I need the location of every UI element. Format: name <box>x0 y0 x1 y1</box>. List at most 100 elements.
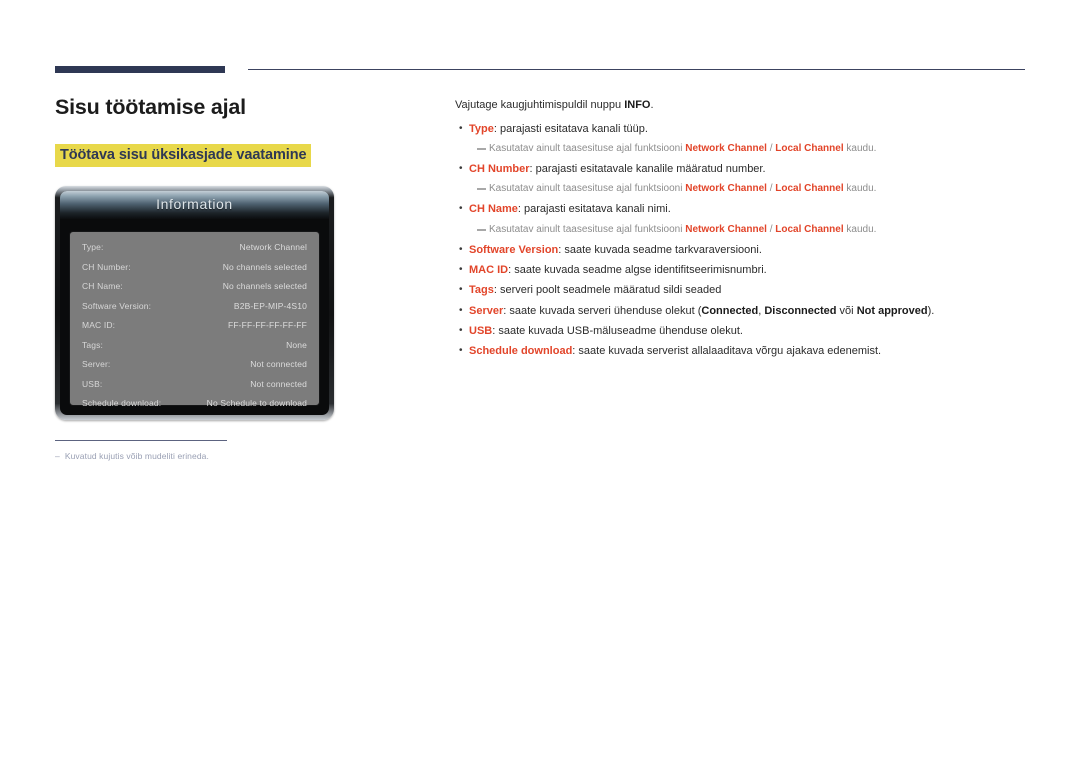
note-keyword-network-channel: Network Channel <box>685 183 767 194</box>
note-dash-icon <box>477 143 489 150</box>
info-row-value: Not connected <box>250 379 307 389</box>
bullet-item-mac-id: •MAC ID: saate kuvada seadme algse ident… <box>455 263 1035 277</box>
info-row-label: CH Number: <box>82 262 131 272</box>
section-subtitle: Töötava sisu üksikasjade vaatamine <box>55 144 311 168</box>
intro-post-text: . <box>650 99 653 111</box>
bullet-keyword: MAC ID <box>469 264 508 276</box>
note-keyword-network-channel: Network Channel <box>685 143 767 154</box>
note-separator: / <box>767 143 775 154</box>
note-dash-icon <box>477 183 489 190</box>
note-separator: / <box>767 224 775 235</box>
info-row: Type:Network Channel <box>82 242 307 262</box>
server-description-pre: : saate kuvada serveri ühenduse olekut ( <box>503 305 701 317</box>
bullet-description: : parajasti esitatava kanali nimi. <box>518 203 671 215</box>
info-row: Software Version: B2B-EP-MIP-4S10 <box>82 301 307 321</box>
footnote-block: – Kuvatud kujutis võib mudeliti erineda. <box>55 440 305 461</box>
note-keyword-local-channel: Local Channel <box>775 183 843 194</box>
info-row-value: No channels selected <box>223 262 307 272</box>
intro-pre-text: Vajutage kaugjuhtimispuldil nuppu <box>455 99 624 111</box>
footnote-divider <box>55 440 227 441</box>
availability-note: Kasutatav ainult taasesituse ajal funkts… <box>477 142 1035 155</box>
bullet-item-software-version: •Software Version: saate kuvada seadme t… <box>455 243 1035 257</box>
info-button-keyword: INFO <box>624 99 650 111</box>
info-row: USB:Not connected <box>82 379 307 399</box>
info-row: Server:Not connected <box>82 359 307 379</box>
bullet-keyword: CH Number <box>469 163 530 175</box>
bullet-text: Type: parajasti esitatava kanali tüüp. <box>469 122 1035 136</box>
tv-screen: Information Type:Network ChannelCH Numbe… <box>60 191 329 415</box>
note-text: Kasutatav ainult taasesituse ajal funkts… <box>489 182 1035 195</box>
bullet-text: MAC ID: saate kuvada seadme algse identi… <box>469 263 1035 277</box>
bullet-description: : serveri poolt seadmele määratud sildi … <box>494 284 721 296</box>
bullet-keyword: Software Version <box>469 244 558 256</box>
info-row-value: FF-FF-FF-FF-FF-FF <box>228 320 307 330</box>
note-dash-icon <box>477 224 489 231</box>
note-pre: Kasutatav ainult taasesituse ajal funkts… <box>489 183 685 194</box>
footnote-text: Kuvatud kujutis võib mudeliti erineda. <box>65 451 209 461</box>
server-state-sep-2: või <box>837 305 857 317</box>
footnote: – Kuvatud kujutis võib mudeliti erineda. <box>55 451 305 461</box>
note-post: kaudu. <box>844 224 877 235</box>
bullet-item-ch-name: •CH Name: parajasti esitatava kanali nim… <box>455 202 1035 216</box>
header-rule-thick <box>55 66 225 73</box>
footnote-dash: – <box>55 451 60 461</box>
info-row-value: B2B-EP-MIP-4S10 <box>234 301 307 311</box>
bullet-keyword: Server <box>469 305 503 317</box>
bullet-text: Server: saate kuvada serveri ühenduse ol… <box>469 304 1035 318</box>
bullet-text: Schedule download: saate kuvada serveris… <box>469 344 1035 358</box>
bullet-item-usb: •USB: saate kuvada USB-mäluseadme ühendu… <box>455 324 1035 338</box>
note-keyword-local-channel: Local Channel <box>775 224 843 235</box>
bullet-item-server: •Server: saate kuvada serveri ühenduse o… <box>455 304 1035 318</box>
info-row-label: Software Version: <box>82 301 151 311</box>
bullet-keyword: Schedule download <box>469 345 572 357</box>
info-row: CH Number: No channels selected <box>82 262 307 282</box>
note-text: Kasutatav ainult taasesituse ajal funkts… <box>489 223 1035 236</box>
note-post: kaudu. <box>844 183 877 194</box>
intro-paragraph: Vajutage kaugjuhtimispuldil nuppu INFO. <box>455 99 1035 113</box>
tv-bezel: Information Type:Network ChannelCH Numbe… <box>55 186 334 420</box>
server-state-connected: Connected <box>701 305 758 317</box>
bullet-keyword: Tags <box>469 284 494 296</box>
bullet-description: : parajasti esitatava kanali tüüp. <box>494 123 648 135</box>
bullet-description: : saate kuvada seadme tarkvaraversiooni. <box>558 244 762 256</box>
note-pre: Kasutatav ainult taasesituse ajal funkts… <box>489 224 685 235</box>
dialog-titlebar: Information <box>60 191 329 219</box>
bullet-description: : saate kuvada serverist allalaaditava v… <box>572 345 881 357</box>
note-pre: Kasutatav ainult taasesituse ajal funkts… <box>489 143 685 154</box>
info-row-label: Schedule download: <box>82 398 161 408</box>
bullet-text: Tags: serveri poolt seadmele määratud si… <box>469 283 1035 297</box>
info-row-label: MAC ID: <box>82 320 115 330</box>
note-keyword-network-channel: Network Channel <box>685 224 767 235</box>
info-row-label: Type: <box>82 242 104 252</box>
bullet-item-type: •Type: parajasti esitatava kanali tüüp. <box>455 122 1035 136</box>
availability-note: Kasutatav ainult taasesituse ajal funkts… <box>477 223 1035 236</box>
information-panel: Type:Network ChannelCH Number: No channel… <box>69 231 320 406</box>
info-row-label: Server: <box>82 359 110 369</box>
note-post: kaudu. <box>844 143 877 154</box>
bullet-description: : saate kuvada USB-mäluseadme ühenduse o… <box>492 325 743 337</box>
bullet-dot-icon: • <box>455 162 469 176</box>
bullet-dot-icon: • <box>455 243 469 257</box>
bullet-description: : parajasti esitatavale kanalile määratu… <box>530 163 766 175</box>
bullet-list: •Type: parajasti esitatava kanali tüüp.K… <box>455 122 1035 359</box>
bullet-text: Software Version: saate kuvada seadme ta… <box>469 243 1035 257</box>
info-row: CH Name: No channels selected <box>82 281 307 301</box>
info-row-value: No channels selected <box>223 281 307 291</box>
bullet-dot-icon: • <box>455 283 469 297</box>
bullet-keyword: Type <box>469 123 494 135</box>
bullet-keyword: USB <box>469 325 492 337</box>
bullet-text: CH Number: parajasti esitatavale kanalil… <box>469 162 1035 176</box>
availability-note: Kasutatav ainult taasesituse ajal funkts… <box>477 182 1035 195</box>
info-row-label: CH Name: <box>82 281 123 291</box>
tv-screenshot-mockup: Information Type:Network ChannelCH Numbe… <box>55 186 334 420</box>
bullet-item-tags: •Tags: serveri poolt seadmele määratud s… <box>455 283 1035 297</box>
bullet-dot-icon: • <box>455 344 469 358</box>
bullet-dot-icon: • <box>455 324 469 338</box>
bullet-dot-icon: • <box>455 202 469 216</box>
bullet-dot-icon: • <box>455 304 469 318</box>
info-row-value: None <box>286 340 307 350</box>
left-column: Sisu töötamise ajal Töötava sisu üksikas… <box>55 95 415 167</box>
info-row-label: Tags: <box>82 340 103 350</box>
bullet-dot-icon: • <box>455 263 469 277</box>
bullet-text: USB: saate kuvada USB-mäluseadme ühendus… <box>469 324 1035 338</box>
